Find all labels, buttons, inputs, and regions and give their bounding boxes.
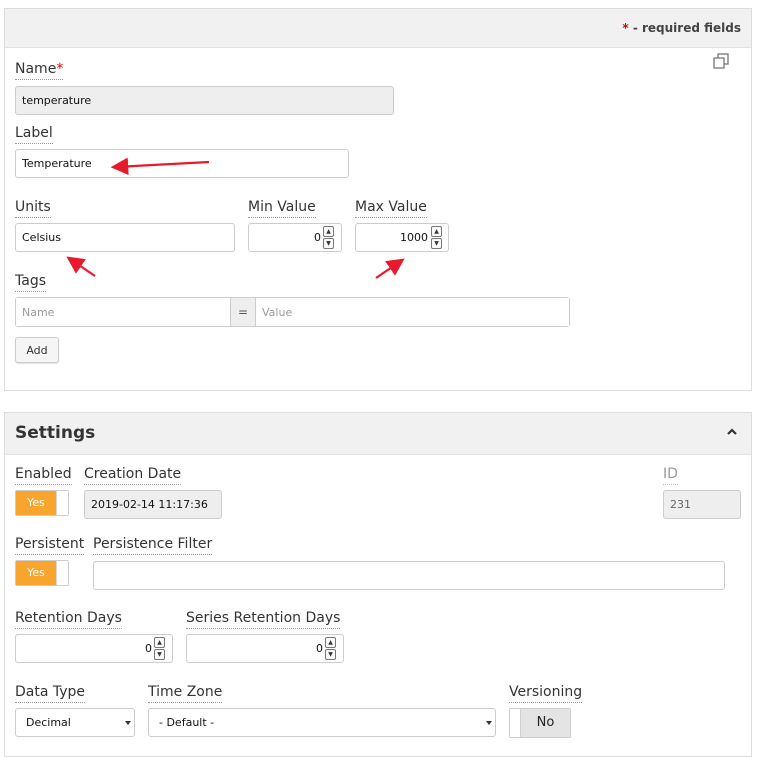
min-value-spinner[interactable]: ▲ ▼ <box>323 226 334 249</box>
tags-input-group: = <box>15 297 570 327</box>
name-field[interactable] <box>15 86 394 115</box>
series-retention-days-spinner[interactable]: ▲ ▼ <box>325 637 336 660</box>
panel-header: * - required fields <box>5 9 751 48</box>
spinner-up-icon[interactable]: ▲ <box>325 637 336 648</box>
toggle-knob <box>510 709 520 737</box>
label-field[interactable] <box>15 149 349 178</box>
retention-days-spinner[interactable]: ▲ ▼ <box>154 637 165 660</box>
versioning-toggle-off: No <box>520 709 570 737</box>
spinner-up-icon[interactable]: ▲ <box>431 226 442 237</box>
persistent-toggle[interactable]: Yes <box>15 560 69 586</box>
spinner-down-icon[interactable]: ▼ <box>431 238 442 249</box>
spinner-down-icon[interactable]: ▼ <box>323 238 334 249</box>
persistent-toggle-on: Yes <box>16 561 56 585</box>
max-value-label: Max Value <box>355 199 427 218</box>
data-type-label: Data Type <box>15 684 86 703</box>
required-fields-note: * - required fields <box>622 21 741 35</box>
add-tag-button[interactable]: Add <box>15 337 59 363</box>
enabled-toggle-on: Yes <box>16 491 56 515</box>
data-type-select[interactable]: Decimal <box>15 708 135 737</box>
persistent-label: Persistent <box>15 536 85 555</box>
spinner-up-icon[interactable]: ▲ <box>154 637 165 648</box>
tag-name-input[interactable] <box>16 298 230 326</box>
name-label: Name* <box>15 61 64 80</box>
id-field[interactable] <box>663 490 741 519</box>
label-label: Label <box>15 125 53 144</box>
toggle-knob <box>56 561 68 585</box>
persistence-filter-field[interactable] <box>93 561 725 590</box>
settings-title: Settings <box>15 423 96 443</box>
creation-date-label: Creation Date <box>84 466 182 485</box>
units-field[interactable] <box>15 223 235 252</box>
enabled-label: Enabled <box>15 466 72 485</box>
series-retention-days-label: Series Retention Days <box>186 610 341 629</box>
versioning-toggle[interactable]: No <box>509 708 571 738</box>
max-value-spinner[interactable]: ▲ ▼ <box>431 226 442 249</box>
spinner-down-icon[interactable]: ▼ <box>325 649 336 660</box>
time-zone-label: Time Zone <box>148 684 223 703</box>
time-zone-value: - Default - <box>159 716 215 729</box>
copy-icon[interactable] <box>712 52 730 70</box>
toggle-knob <box>56 491 68 515</box>
tags-label: Tags <box>15 273 46 292</box>
time-zone-select[interactable]: - Default - <box>148 708 496 737</box>
min-value-label: Min Value <box>248 199 316 218</box>
spinner-up-icon[interactable]: ▲ <box>323 226 334 237</box>
settings-header[interactable]: Settings <box>5 413 751 455</box>
chevron-up-icon[interactable] <box>725 425 739 439</box>
persistence-filter-label: Persistence Filter <box>93 536 213 555</box>
series-retention-days-field[interactable] <box>186 634 344 663</box>
retention-days-field[interactable] <box>15 634 173 663</box>
retention-days-label: Retention Days <box>15 610 122 629</box>
units-label: Units <box>15 199 51 218</box>
data-type-value: Decimal <box>26 716 71 729</box>
spinner-down-icon[interactable]: ▼ <box>154 649 165 660</box>
versioning-label: Versioning <box>509 684 583 703</box>
tag-separator: = <box>230 298 256 326</box>
enabled-toggle[interactable]: Yes <box>15 490 69 516</box>
tag-value-input[interactable] <box>256 298 569 326</box>
caret-down-icon <box>486 721 492 725</box>
caret-down-icon <box>125 721 131 725</box>
creation-date-field[interactable] <box>84 490 222 519</box>
id-label: ID <box>663 466 678 485</box>
